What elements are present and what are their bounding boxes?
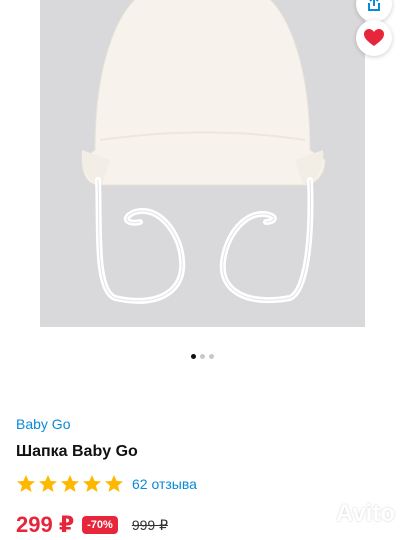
rating-row[interactable]: 62 отзыва bbox=[16, 474, 197, 494]
product-photo[interactable] bbox=[40, 0, 365, 327]
avito-logo-icon bbox=[305, 502, 331, 526]
star-icon bbox=[17, 475, 35, 492]
product-title: Шапка Baby Go bbox=[16, 443, 138, 460]
star-icon bbox=[105, 475, 123, 492]
reviews-link[interactable]: 62 отзыва bbox=[132, 476, 197, 492]
pagination-dot[interactable] bbox=[200, 354, 205, 359]
old-price: 999 ₽ bbox=[131, 516, 168, 533]
discount-badge: -70% bbox=[82, 516, 118, 534]
watermark-text: Avito bbox=[335, 500, 395, 527]
brand-link[interactable]: Baby Go bbox=[16, 416, 70, 432]
price-row: 299 ₽ -70% 999 ₽ bbox=[16, 512, 168, 538]
star-icon bbox=[39, 475, 57, 492]
rating-stars bbox=[16, 474, 124, 494]
favorite-button[interactable] bbox=[356, 20, 392, 56]
gallery-pagination bbox=[0, 354, 405, 359]
share-icon bbox=[368, 0, 380, 11]
current-price: 299 ₽ bbox=[16, 512, 75, 537]
star-icon bbox=[83, 475, 101, 492]
product-gallery[interactable] bbox=[0, 0, 405, 330]
avito-watermark: Avito bbox=[305, 500, 395, 528]
pagination-dot[interactable] bbox=[209, 354, 214, 359]
star-icon bbox=[61, 475, 79, 492]
heart-icon bbox=[364, 29, 384, 46]
pagination-dot-active[interactable] bbox=[191, 354, 196, 359]
hat-image bbox=[40, 0, 365, 327]
